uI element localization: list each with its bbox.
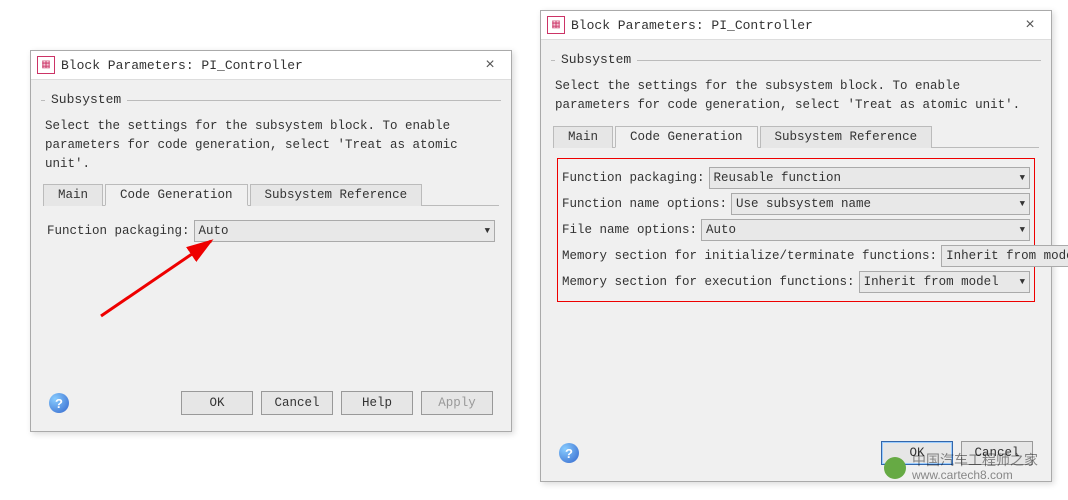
function-packaging-row: Function packaging: Reusable function ▼ xyxy=(562,167,1030,189)
function-packaging-label: Function packaging: xyxy=(47,224,190,238)
app-icon: ▦ xyxy=(37,56,55,74)
tab-strip: Main Code Generation Subsystem Reference xyxy=(553,125,1039,148)
dialog-left: ▦ Block Parameters: PI_Controller × Subs… xyxy=(30,50,512,432)
cancel-button[interactable]: Cancel xyxy=(261,391,333,415)
section-header: Subsystem xyxy=(551,52,1041,67)
memory-init-value: Inherit from model xyxy=(946,249,1068,263)
watermark-text-1: 中国汽车工程师之家 xyxy=(912,453,1038,468)
highlight-box: Function packaging: Reusable function ▼ … xyxy=(557,158,1035,302)
help-button[interactable]: Help xyxy=(341,391,413,415)
titlebar: ▦ Block Parameters: PI_Controller × xyxy=(541,11,1051,40)
chevron-down-icon: ▼ xyxy=(1020,225,1025,235)
chevron-down-icon: ▼ xyxy=(1020,199,1025,209)
function-packaging-dropdown[interactable]: Reusable function ▼ xyxy=(709,167,1030,189)
titlebar: ▦ Block Parameters: PI_Controller × xyxy=(31,51,511,80)
tab-content: Function packaging: Auto ▼ xyxy=(41,206,501,252)
chevron-down-icon: ▼ xyxy=(1020,173,1025,183)
watermark-text-2: www.cartech8.com xyxy=(912,469,1038,482)
memory-init-dropdown[interactable]: Inherit from model ▼ xyxy=(941,245,1068,267)
dialog-title: Block Parameters: PI_Controller xyxy=(61,58,475,73)
file-name-options-value: Auto xyxy=(706,223,736,237)
file-name-options-row: File name options: Auto ▼ xyxy=(562,219,1030,241)
tab-content: Function packaging: Reusable function ▼ … xyxy=(551,148,1041,308)
memory-exec-value: Inherit from model xyxy=(864,275,999,289)
button-row: ? OK Cancel Help Apply xyxy=(41,383,501,423)
file-name-options-label: File name options: xyxy=(562,223,697,237)
function-name-options-row: Function name options: Use subsystem nam… xyxy=(562,193,1030,215)
close-icon[interactable]: × xyxy=(475,56,505,74)
function-packaging-label: Function packaging: xyxy=(562,171,705,185)
tab-code-generation[interactable]: Code Generation xyxy=(105,184,248,206)
help-icon[interactable]: ? xyxy=(559,443,579,463)
chevron-down-icon: ▼ xyxy=(485,226,490,236)
dialog-title: Block Parameters: PI_Controller xyxy=(571,18,1015,33)
function-packaging-row: Function packaging: Auto ▼ xyxy=(47,220,495,242)
apply-button[interactable]: Apply xyxy=(421,391,493,415)
tab-main[interactable]: Main xyxy=(553,126,613,148)
tab-main[interactable]: Main xyxy=(43,184,103,206)
function-packaging-value: Auto xyxy=(199,224,229,238)
app-icon: ▦ xyxy=(547,16,565,34)
watermark-logo-icon xyxy=(884,457,906,479)
function-name-options-dropdown[interactable]: Use subsystem name ▼ xyxy=(731,193,1030,215)
function-packaging-dropdown[interactable]: Auto ▼ xyxy=(194,220,495,242)
memory-init-row: Memory section for initialize/terminate … xyxy=(562,245,1030,267)
chevron-down-icon: ▼ xyxy=(1020,277,1025,287)
watermark: 中国汽车工程师之家 www.cartech8.com xyxy=(884,453,1038,482)
description-text: Select the settings for the subsystem bl… xyxy=(555,77,1037,115)
file-name-options-dropdown[interactable]: Auto ▼ xyxy=(701,219,1030,241)
function-name-options-label: Function name options: xyxy=(562,197,727,211)
dialog-right: ▦ Block Parameters: PI_Controller × Subs… xyxy=(540,10,1052,482)
function-name-options-value: Use subsystem name xyxy=(736,197,871,211)
description-text: Select the settings for the subsystem bl… xyxy=(45,117,497,173)
function-packaging-value: Reusable function xyxy=(714,171,842,185)
tab-subsystem-reference[interactable]: Subsystem Reference xyxy=(760,126,933,148)
ok-button[interactable]: OK xyxy=(181,391,253,415)
help-icon[interactable]: ? xyxy=(49,393,69,413)
tab-subsystem-reference[interactable]: Subsystem Reference xyxy=(250,184,423,206)
memory-init-label: Memory section for initialize/terminate … xyxy=(562,249,937,263)
tab-code-generation[interactable]: Code Generation xyxy=(615,126,758,148)
close-icon[interactable]: × xyxy=(1015,16,1045,34)
memory-exec-dropdown[interactable]: Inherit from model ▼ xyxy=(859,271,1030,293)
tab-strip: Main Code Generation Subsystem Reference xyxy=(43,183,499,206)
memory-exec-row: Memory section for execution functions: … xyxy=(562,271,1030,293)
section-header: Subsystem xyxy=(41,92,501,107)
section-label: Subsystem xyxy=(45,92,127,107)
memory-exec-label: Memory section for execution functions: xyxy=(562,275,855,289)
section-label: Subsystem xyxy=(555,52,637,67)
